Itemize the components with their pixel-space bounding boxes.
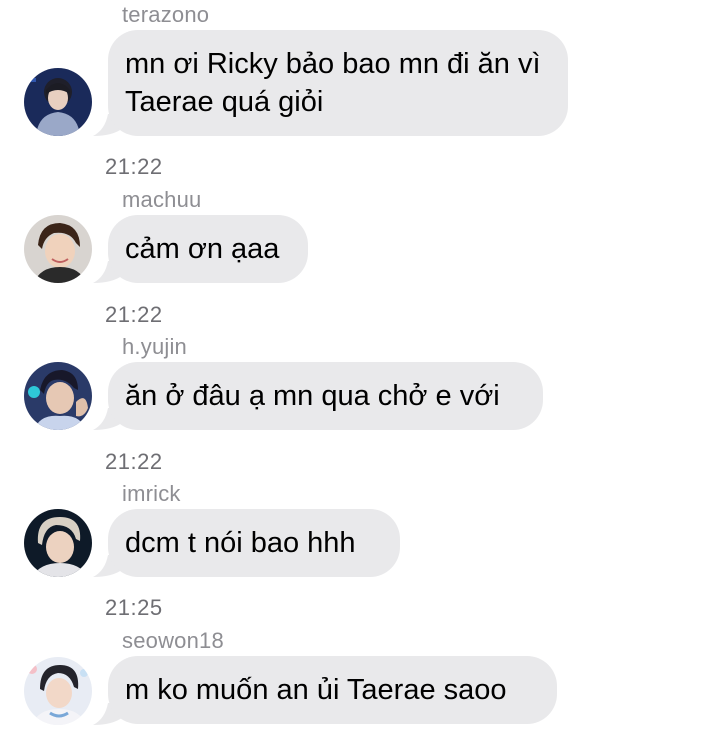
- message-time: 21:22: [105, 449, 163, 474]
- message-text: dcm t nói bao hhh: [125, 527, 356, 559]
- sender-name: machuu: [122, 187, 202, 212]
- user-avatar[interactable]: [24, 657, 92, 725]
- message-bubble[interactable]: m ko muốn an ủi Taerae saoo: [108, 656, 557, 724]
- user-avatar-icon: [24, 362, 92, 430]
- message-bubble[interactable]: dcm t nói bao hhh: [108, 509, 400, 577]
- message-time: 21:25: [105, 595, 163, 620]
- user-avatar[interactable]: [24, 215, 92, 283]
- user-avatar-icon: [24, 509, 92, 577]
- message-text: cảm ơn ạaa: [125, 233, 280, 265]
- user-avatar-icon: [24, 657, 92, 725]
- user-avatar[interactable]: [24, 509, 92, 577]
- user-avatar-icon: [24, 215, 92, 283]
- message-bubble[interactable]: cảm ơn ạaa: [108, 215, 308, 283]
- message-bubble[interactable]: ăn ở đâu ạ mn qua chở e với: [108, 362, 543, 430]
- sender-name: seowon18: [122, 628, 224, 653]
- user-avatar-icon: [24, 68, 92, 136]
- message-bubble[interactable]: mn ơi Ricky bảo bao mn đi ăn vì Taerae q…: [108, 30, 568, 136]
- user-avatar[interactable]: [24, 68, 92, 136]
- message-time: 21:22: [105, 154, 163, 179]
- message-text: ăn ở đâu ạ mn qua chở e với: [125, 380, 500, 412]
- sender-name: terazono: [122, 2, 210, 27]
- user-avatar[interactable]: [24, 362, 92, 430]
- message-time: 21:22: [105, 302, 163, 327]
- sender-name: imrick: [122, 481, 181, 506]
- message-text: mn ơi Ricky bảo bao mn đi ăn vì Taerae q…: [125, 48, 541, 118]
- message-text: m ko muốn an ủi Taerae saoo: [125, 674, 507, 706]
- sender-name: h.yujin: [122, 334, 187, 359]
